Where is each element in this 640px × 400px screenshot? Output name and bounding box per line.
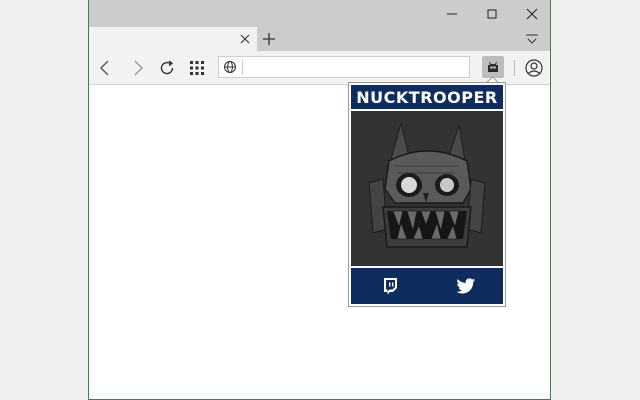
profile-button[interactable] xyxy=(523,57,545,79)
maximize-button[interactable] xyxy=(472,0,512,27)
toolbar xyxy=(89,51,550,85)
back-arrow-icon xyxy=(100,60,109,76)
tab-close-button[interactable] xyxy=(239,33,251,45)
minimize-icon xyxy=(447,13,457,14)
title-bar xyxy=(89,0,550,27)
globe-icon xyxy=(224,61,236,73)
url-input[interactable] xyxy=(247,57,467,77)
forward-button[interactable] xyxy=(126,57,148,79)
tab-strip xyxy=(89,27,550,51)
address-bar[interactable] xyxy=(218,56,470,78)
monster-skull-artwork xyxy=(368,122,486,248)
tab-active[interactable] xyxy=(89,27,257,51)
grid-icon xyxy=(190,61,204,75)
nucktrooper-extension-icon xyxy=(488,61,498,72)
plus-icon xyxy=(263,33,275,45)
tab-menu-icon xyxy=(526,34,538,44)
twitch-link[interactable] xyxy=(379,276,401,296)
back-button[interactable] xyxy=(95,57,117,79)
extension-popup: NUCKTROOPER xyxy=(348,82,506,307)
refresh-icon xyxy=(160,60,174,75)
apps-button[interactable] xyxy=(186,57,208,79)
forward-arrow-icon xyxy=(134,60,143,76)
popup-header: NUCKTROOPER xyxy=(351,85,503,109)
twitter-icon xyxy=(456,277,476,293)
close-icon xyxy=(240,34,250,44)
maximize-icon xyxy=(487,9,497,18)
tab-list-button[interactable] xyxy=(524,31,540,47)
close-icon xyxy=(526,8,538,19)
new-tab-button[interactable] xyxy=(259,29,279,49)
minimize-button[interactable] xyxy=(432,0,472,27)
profile-icon xyxy=(525,59,543,77)
monster-skull-image xyxy=(351,111,503,266)
extension-button[interactable] xyxy=(482,56,504,78)
address-divider xyxy=(242,60,243,74)
twitter-link[interactable] xyxy=(455,276,477,296)
close-window-button[interactable] xyxy=(512,0,552,27)
refresh-button[interactable] xyxy=(156,57,178,79)
popup-title: NUCKTROOPER xyxy=(356,87,498,107)
twitch-icon xyxy=(384,278,397,295)
popup-footer xyxy=(351,268,503,304)
toolbar-separator xyxy=(514,60,515,76)
